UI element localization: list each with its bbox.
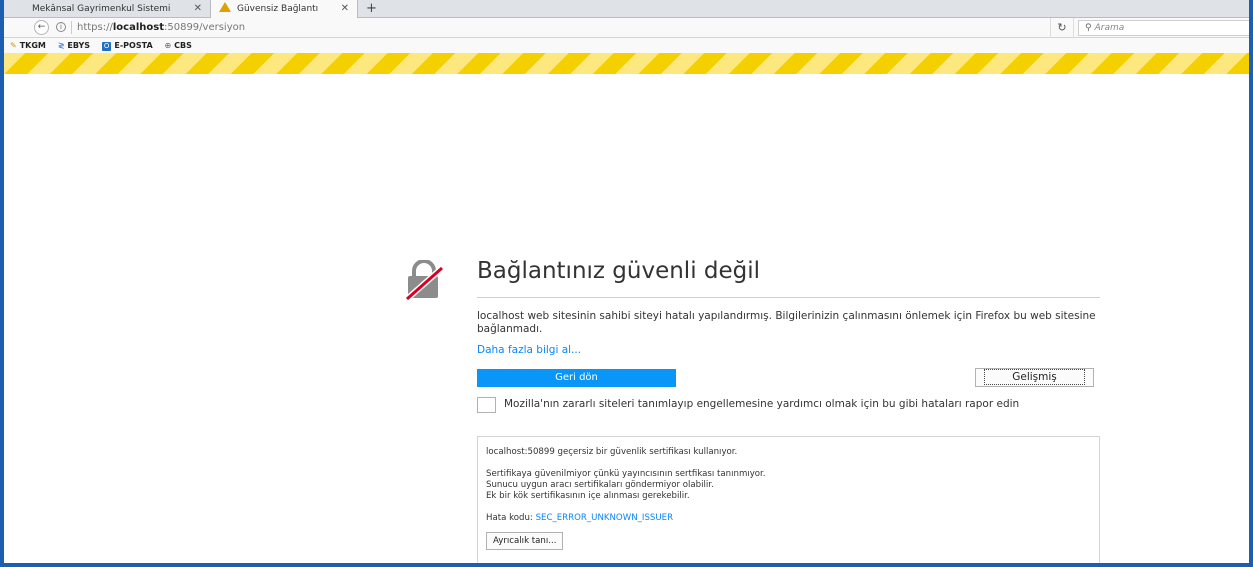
url-bar[interactable]: https://localhost:50899/versiyon — [77, 18, 245, 38]
bookmark-cbs[interactable]: ⊕ CBS — [164, 38, 191, 53]
page-title: Bağlantınız güvenli değil — [477, 258, 761, 284]
error-code-link[interactable]: SEC_ERROR_UNKNOWN_ISSUER — [536, 513, 674, 523]
tab-mekansal[interactable]: Mekânsal Gayrimenkul Sistemi ✕ — [24, 0, 210, 18]
url-host: localhost — [112, 22, 164, 33]
divider — [477, 297, 1100, 298]
error-description: localhost web sitesinin sahibi siteyi ha… — [477, 310, 1096, 335]
bookmark-label: TKGM — [19, 41, 46, 50]
search-input[interactable]: ⚲ Arama — [1078, 20, 1249, 36]
cert-error-line: localhost:50899 geçersiz bir güvenlik se… — [486, 447, 738, 457]
tkgm-logo-icon: ✎ — [10, 41, 17, 50]
bookmarks-bar: ✎ TKGM ≷ EBYS O E-POSTA ⊕ CBS — [4, 38, 1249, 53]
report-label: Mozilla'nın zararlı siteleri tanımlayıp … — [504, 398, 1020, 410]
warning-stripe — [4, 53, 1249, 74]
bookmark-label: EBYS — [67, 41, 91, 50]
add-exception-button[interactable]: Ayrıcalık tanı... — [486, 532, 564, 550]
back-arrow-icon[interactable]: ← — [34, 20, 49, 35]
bookmark-label: E-POSTA — [114, 41, 153, 50]
tab-strip: Mekânsal Gayrimenkul Sistemi ✕ Güvensiz … — [4, 0, 1249, 18]
bookmark-label: CBS — [174, 41, 192, 50]
bookmark-eposta[interactable]: O E-POSTA — [101, 38, 153, 53]
info-icon[interactable]: i — [56, 22, 66, 32]
error-code-label: Hata kodu: — [486, 513, 533, 523]
advanced-button[interactable]: Gelişmiş — [975, 368, 1094, 387]
report-checkbox[interactable] — [477, 397, 496, 413]
ebys-logo-icon: ≷ — [57, 41, 65, 50]
new-tab-button[interactable]: + — [366, 0, 377, 17]
tab-guvensiz-baglanti[interactable]: Güvensiz Bağlantı ✕ — [210, 0, 358, 18]
bookmark-ebys[interactable]: ≷ EBYS — [58, 38, 90, 53]
url-prefix: https:// — [77, 22, 113, 33]
tab-label: Güvensiz Bağlantı — [237, 4, 319, 14]
cert-reason-line: Sertifikaya güvenilmiyor çünkü yayıncısı… — [486, 469, 766, 479]
globe-icon: ⊕ — [164, 41, 172, 50]
reload-icon[interactable]: ↻ — [1050, 18, 1074, 38]
search-placeholder: Arama — [1094, 23, 1125, 33]
search-icon: ⚲ — [1085, 23, 1092, 33]
tab-label: Mekânsal Gayrimenkul Sistemi — [32, 4, 171, 14]
broken-lock-icon — [405, 260, 444, 300]
warning-icon — [219, 2, 231, 12]
close-icon[interactable]: ✕ — [194, 0, 202, 18]
outlook-icon: O — [101, 42, 112, 51]
navigation-bar: ← i https://localhost:50899/versiyon ↻ ⚲… — [4, 18, 1249, 38]
url-path: :50899/versiyon — [163, 22, 246, 33]
error-code-line: Hata kodu: SEC_ERROR_UNKNOWN_ISSUER — [486, 513, 1099, 524]
advanced-panel: localhost:50899 geçersiz bir güvenlik se… — [477, 436, 1100, 563]
cert-reason-line: Sunucu uygun aracı sertifikaları gönderm… — [486, 480, 714, 490]
divider — [71, 21, 72, 34]
cert-reason-line: Ek bir kök sertifikasının içe alınması g… — [486, 491, 690, 501]
advanced-button-label: Gelişmiş — [984, 369, 1085, 385]
close-icon[interactable]: ✕ — [341, 0, 349, 18]
go-back-button[interactable]: Geri dön — [477, 369, 676, 387]
browser-window: Mekânsal Gayrimenkul Sistemi ✕ Güvensiz … — [0, 0, 1253, 567]
bookmark-tkgm[interactable]: ✎ TKGM — [10, 38, 46, 53]
learn-more-link[interactable]: Daha fazla bilgi al... — [477, 344, 581, 356]
